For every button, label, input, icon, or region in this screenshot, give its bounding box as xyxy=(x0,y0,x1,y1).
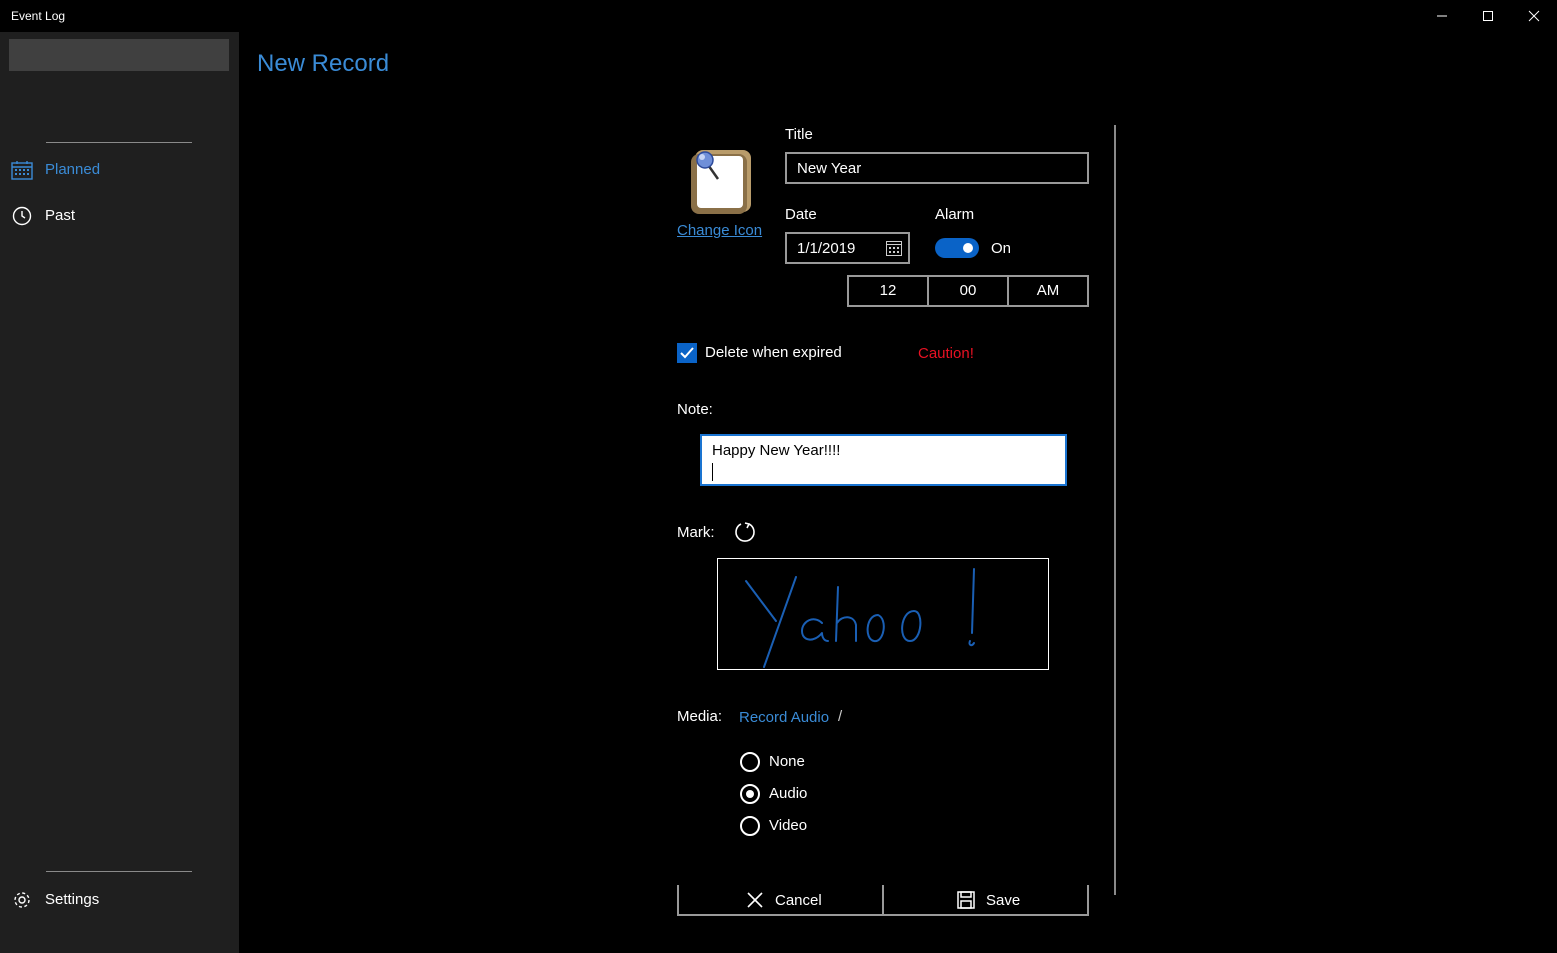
time-hour[interactable]: 12 xyxy=(849,277,929,305)
clock-icon xyxy=(12,206,32,226)
mark-label: Mark: xyxy=(677,524,715,541)
search-box[interactable] xyxy=(9,39,229,71)
media-radio-video-label: Video xyxy=(769,817,808,834)
media-radio-audio-label: Audio xyxy=(769,785,808,802)
nav-separator-bottom xyxy=(46,871,192,872)
save-button-label: Save xyxy=(986,892,1021,909)
ink-canvas[interactable] xyxy=(717,558,1049,670)
nav-item-planned[interactable]: Planned xyxy=(0,150,239,190)
caution-label: Caution! xyxy=(918,345,974,362)
maximize-button[interactable] xyxy=(1465,0,1511,32)
calendar-icon xyxy=(886,241,902,256)
alarm-label: Alarm xyxy=(935,206,975,223)
delete-when-expired-label: Delete when expired xyxy=(705,344,842,361)
calendar-icon xyxy=(11,161,33,180)
media-label: Media: xyxy=(677,708,723,725)
form-divider xyxy=(1114,125,1116,895)
app-title: Event Log xyxy=(11,9,66,23)
nav-item-settings[interactable]: Settings xyxy=(0,880,239,920)
minimize-button[interactable] xyxy=(1419,0,1465,32)
close-button[interactable] xyxy=(1511,0,1557,32)
event-icon-button[interactable] xyxy=(685,146,755,216)
nav-separator-top xyxy=(46,142,192,143)
cancel-button[interactable]: Cancel xyxy=(677,885,884,916)
date-picker-value: 1/1/2019 xyxy=(797,240,856,257)
page-title: New Record xyxy=(257,50,390,77)
toggle-knob xyxy=(963,243,973,253)
gear-icon xyxy=(14,892,30,908)
media-radio-video[interactable] xyxy=(740,816,760,836)
nav-label-planned: Planned xyxy=(45,161,101,178)
reset-mark-button[interactable] xyxy=(733,520,757,544)
media-radio-audio[interactable] xyxy=(740,784,760,804)
refresh-icon xyxy=(735,522,755,542)
title-input-value: New Year xyxy=(797,160,862,177)
checkmark-icon xyxy=(680,347,694,359)
time-period[interactable]: AM xyxy=(1009,277,1087,305)
date-picker[interactable]: 1/1/2019 xyxy=(785,232,910,264)
minimize-icon xyxy=(1437,15,1447,17)
title-input[interactable]: New Year xyxy=(785,152,1089,184)
note-input[interactable]: Happy New Year!!!! xyxy=(700,434,1067,486)
nav-label-settings: Settings xyxy=(45,891,100,908)
alarm-state-label: On xyxy=(991,240,1012,257)
record-audio-link[interactable]: Record Audio xyxy=(739,709,829,726)
close-icon xyxy=(747,892,763,908)
navigation-pane: Planned Past Settings xyxy=(0,32,239,953)
handwriting-ink xyxy=(745,568,975,668)
date-label: Date xyxy=(785,206,817,223)
alarm-toggle[interactable] xyxy=(935,238,979,258)
media-separator: / xyxy=(838,708,843,725)
save-button[interactable]: Save xyxy=(882,885,1089,916)
save-icon xyxy=(957,891,975,909)
change-icon-link[interactable]: Change Icon xyxy=(677,222,762,239)
text-caret xyxy=(712,463,713,481)
command-bar: Cancel Save xyxy=(677,885,1089,916)
cancel-button-label: Cancel xyxy=(775,892,822,909)
note-input-value: Happy New Year!!!! xyxy=(712,442,841,459)
time-minute[interactable]: 00 xyxy=(929,277,1009,305)
title-bar: Event Log xyxy=(0,0,1557,32)
nav-item-past[interactable]: Past xyxy=(0,196,239,236)
close-icon xyxy=(1528,10,1540,22)
media-radio-none[interactable] xyxy=(740,752,760,772)
nav-label-past: Past xyxy=(45,207,76,224)
note-label: Note: xyxy=(677,401,713,418)
maximize-icon xyxy=(1483,11,1493,21)
title-label: Title xyxy=(785,126,813,143)
delete-when-expired-checkbox[interactable] xyxy=(677,343,697,363)
media-radio-none-label: None xyxy=(769,753,805,770)
time-picker[interactable]: 12 00 AM xyxy=(847,275,1089,307)
pinned-note-icon xyxy=(691,150,751,214)
